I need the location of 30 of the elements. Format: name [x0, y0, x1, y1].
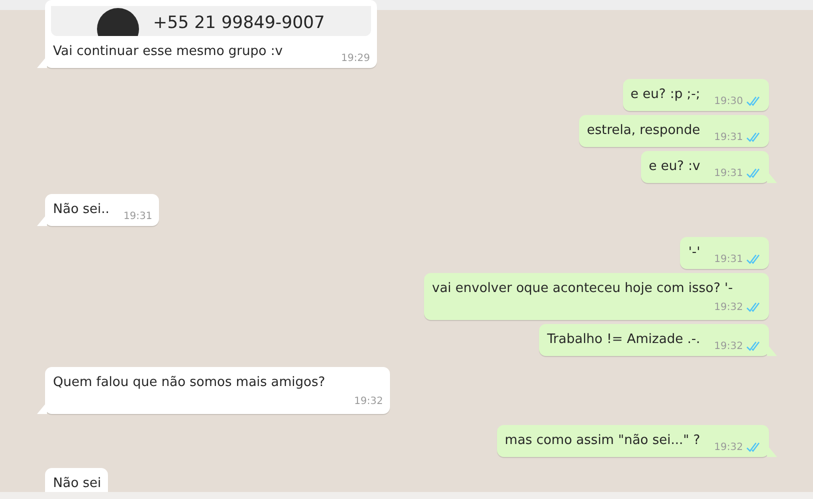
message-text: estrela, responde: [586, 122, 700, 140]
message-text: e eu? :p ;-;: [630, 86, 700, 104]
message-time: 19:32: [714, 302, 743, 313]
message-text: e eu? :v: [648, 158, 700, 176]
double-check-icon: [746, 132, 762, 143]
message-time: 19:29: [341, 53, 370, 64]
double-check-icon: [746, 341, 762, 352]
message-text: vai envolver oque aconteceu hoje com isso? '-: [432, 280, 734, 298]
message-time: 19:31: [123, 211, 152, 222]
message-time: 19:30: [714, 96, 743, 107]
contact-card[interactable]: +55 21 99849-9007: [51, 6, 371, 36]
message-time: 19:32: [714, 442, 743, 453]
double-check-icon: [746, 96, 762, 107]
double-check-icon: [746, 302, 762, 313]
message-text: '-': [688, 244, 700, 262]
contact-phone: +55 21 99849-9007: [153, 12, 325, 35]
double-check-icon: [746, 254, 762, 265]
message-text: Não sei..: [53, 201, 110, 219]
message-text: Vai continuar esse mesmo grupo :v: [53, 43, 283, 61]
message-time: 19:31: [714, 168, 743, 179]
double-check-icon: [746, 168, 762, 179]
double-check-icon: [746, 442, 762, 453]
message-time: 19:32: [714, 341, 743, 352]
message-time: 19:31: [714, 132, 743, 143]
message-text: mas como assim "não sei..." ?: [504, 432, 700, 450]
message-time: 19:32: [354, 396, 383, 407]
message-text: Não sei: [53, 475, 102, 492]
message-time: 19:31: [714, 254, 743, 265]
message-text: Quem falou que não somos mais amigos?: [53, 374, 326, 392]
message-text: Trabalho != Amizade .-.: [547, 331, 700, 349]
